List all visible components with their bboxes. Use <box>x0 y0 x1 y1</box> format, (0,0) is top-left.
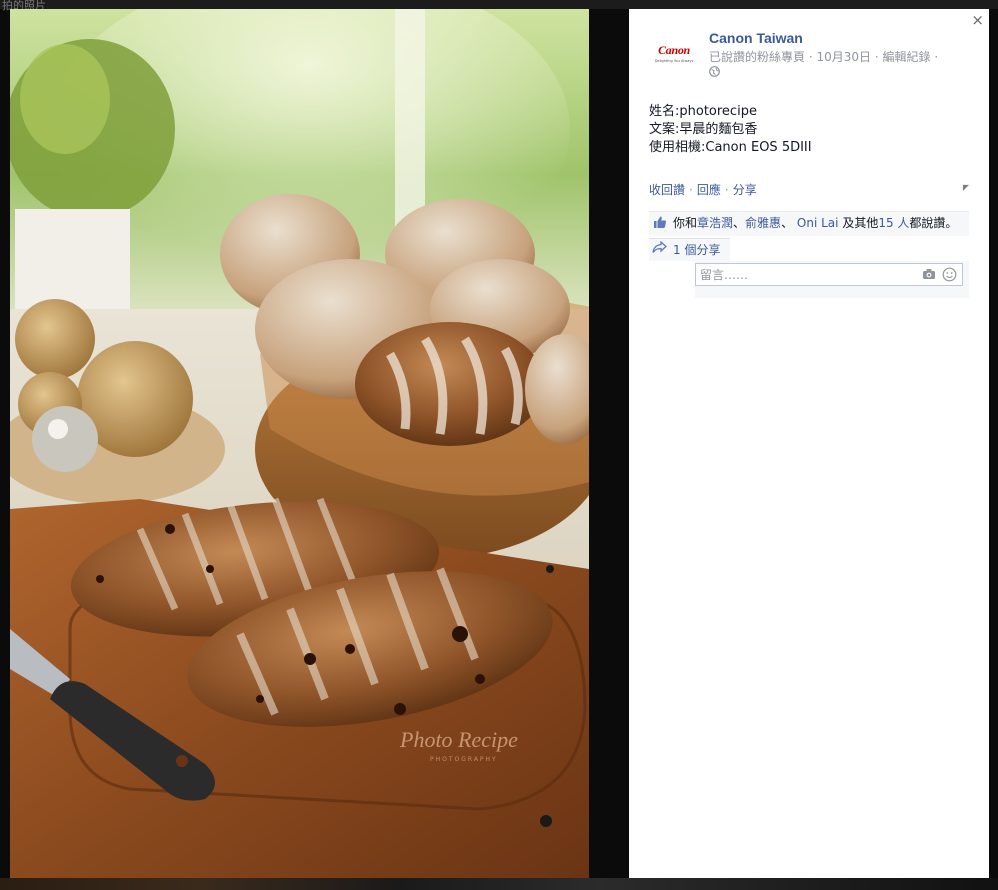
thumbs-up-icon <box>653 215 667 234</box>
likes-separator: 、 <box>781 216 794 230</box>
likes-sentence: 你和章浩潤、俞雅惠、 Oni Lai 及其他15 人都說讚。 <box>649 211 969 236</box>
friend-link[interactable]: Oni Lai <box>797 216 839 230</box>
comment-box <box>695 263 963 286</box>
meta-separator: · <box>808 50 813 64</box>
friend-link[interactable]: 章浩潤 <box>697 216 733 230</box>
post-actions: 收回讚 · 回應 · 分享 ◤ <box>649 181 969 198</box>
post-side-panel: × Canon Delighting You Always Canon Taiw… <box>629 9 989 878</box>
share-arrow-icon <box>652 240 667 258</box>
background-page-strip: 拍的照片 <box>0 0 998 12</box>
others-count-link[interactable]: 15 人 <box>878 216 909 230</box>
photo-viewer[interactable]: Photo Recipe PHOTOGRAPHY <box>10 9 589 878</box>
photo-watermark: Photo Recipe <box>400 727 518 752</box>
reply-link[interactable]: 回應 <box>697 183 721 197</box>
feedback-area: 你和章浩潤、俞雅惠、 Oni Lai 及其他15 人都說讚。 1 個分享 <box>649 211 969 298</box>
options-caret-icon[interactable]: ◤ <box>963 183 969 192</box>
shares-count-link[interactable]: 1 個分享 <box>649 238 731 261</box>
emoticon-icon[interactable] <box>942 267 957 285</box>
page-avatar[interactable]: Canon Delighting You Always <box>649 33 699 73</box>
action-separator: · <box>724 183 729 197</box>
share-link[interactable]: 分享 <box>733 183 757 197</box>
photo-watermark-sub: PHOTOGRAPHY <box>430 756 498 763</box>
post-date[interactable]: 10月30日 <box>817 50 872 64</box>
page-name-link[interactable]: Canon Taiwan <box>709 30 938 46</box>
canon-logo: Canon <box>658 43 690 57</box>
caption-line: 姓名:photorecipe <box>649 104 757 119</box>
likes-suffix: 都說讚。 <box>909 216 958 230</box>
post-caption: 姓名:photorecipe 文案:早晨的麵包香 使用相機:Canon EOS … <box>649 103 812 157</box>
comment-input[interactable] <box>696 264 916 285</box>
shares-label: 1 個分享 <box>673 243 721 257</box>
liked-page-label[interactable]: 已說讚的粉絲專頁 <box>709 50 805 64</box>
canon-tagline: Delighting You Always <box>654 59 694 63</box>
meta-separator: · <box>874 50 879 64</box>
background-page-strip-bottom <box>0 878 998 890</box>
edit-history-link[interactable]: 編輯紀錄 <box>883 50 931 64</box>
likes-separator: 、 <box>733 216 746 230</box>
caption-line: 文案:早晨的麵包香 <box>649 122 758 137</box>
friend-link[interactable]: 俞雅惠 <box>745 216 781 230</box>
meta-separator: · <box>934 50 939 64</box>
close-button[interactable]: × <box>971 13 984 28</box>
action-separator: · <box>689 183 693 197</box>
globe-icon[interactable] <box>709 66 720 80</box>
post-meta: 已說讚的粉絲專頁 · 10月30日 · 編輯紀錄 · <box>709 48 938 65</box>
caption-line: 使用相機:Canon EOS 5DIII <box>649 140 812 155</box>
shares-row: 1 個分享 <box>649 236 969 261</box>
comment-area <box>695 261 969 298</box>
unlike-link[interactable]: 收回讚 <box>649 183 685 197</box>
likes-prefix: 你和 <box>673 216 698 230</box>
camera-icon[interactable] <box>922 268 936 283</box>
post-header: Canon Delighting You Always Canon Taiwan… <box>649 30 938 80</box>
likes-and-others: 及其他 <box>842 216 879 230</box>
